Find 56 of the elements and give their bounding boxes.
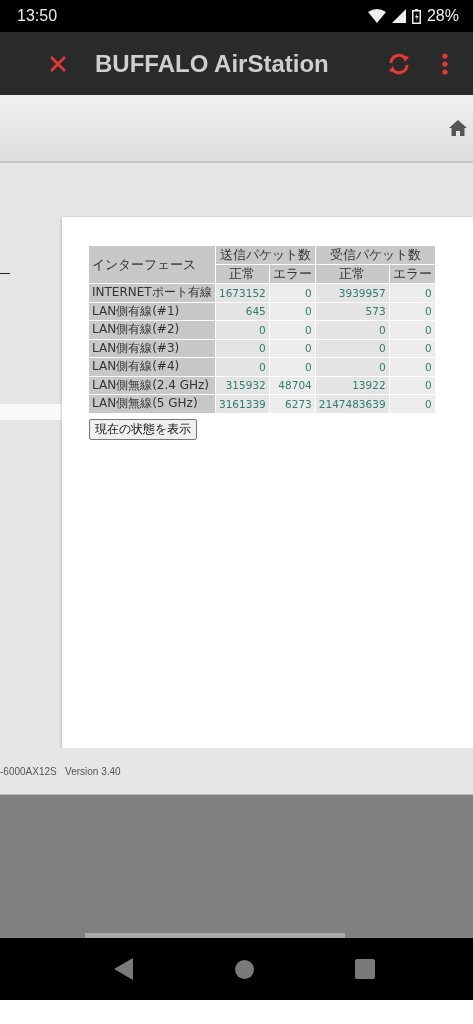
table-cell: 0 <box>315 358 389 376</box>
table-cell: 0 <box>216 321 269 339</box>
battery-icon <box>411 8 421 24</box>
table-cell: 3939957 <box>315 284 389 302</box>
wifi-icon <box>367 9 386 23</box>
table-header: 正常 <box>216 265 269 283</box>
table-header: 受信パケット数 <box>315 246 435 264</box>
show-status-button[interactable]: 現在の状態を表示 <box>89 418 197 440</box>
table-cell: 0 <box>269 302 315 320</box>
table-cell: 0 <box>269 358 315 376</box>
home-icon[interactable] <box>449 120 467 136</box>
table-header: エラー <box>389 265 435 283</box>
table-cell: 3161339 <box>216 395 269 413</box>
table-cell: 0 <box>216 339 269 357</box>
table-cell: 0 <box>315 339 389 357</box>
signal-icon <box>391 9 406 23</box>
table-cell: 0 <box>389 284 435 302</box>
table-cell: 0 <box>269 284 315 302</box>
table-cell: 2147483639 <box>315 395 389 413</box>
table-header: 正常 <box>315 265 389 283</box>
refresh-icon[interactable] <box>387 51 411 76</box>
battery-level: 28% <box>426 7 459 25</box>
row-header: LAN側有線(#1) <box>89 302 215 320</box>
row-header: LAN側無線(2.4 GHz) <box>89 376 215 394</box>
row-header: INTERNETポート有線 <box>89 284 215 302</box>
row-header: LAN側無線(5 GHz) <box>89 395 215 413</box>
table-cell: 13922 <box>315 376 389 394</box>
table-cell: 0 <box>269 339 315 357</box>
table-cell: 645 <box>216 302 269 320</box>
table-header: エラー <box>269 265 315 283</box>
status-time: 13:50 <box>17 7 58 25</box>
row-header: LAN側有線(#4) <box>89 358 215 376</box>
close-icon[interactable] <box>49 54 67 73</box>
table-cell: 0 <box>389 302 435 320</box>
back-icon[interactable] <box>114 958 134 980</box>
more-icon[interactable] <box>442 52 448 75</box>
table-cell: 0 <box>389 321 435 339</box>
home-button-icon[interactable] <box>235 959 254 979</box>
table-cell: 0 <box>389 358 435 376</box>
table-cell: 0 <box>315 321 389 339</box>
table-cell: 0 <box>389 376 435 394</box>
app-title: BUFFALO AirStation <box>95 49 330 78</box>
version-text: -6000AX12S Version 3.40 <box>0 765 121 777</box>
table-cell: 6273 <box>269 395 315 413</box>
table-cell: 0 <box>389 395 435 413</box>
table-cell: 0 <box>269 321 315 339</box>
table-cell: 0 <box>216 358 269 376</box>
table-cell: 1673152 <box>216 284 269 302</box>
table-cell: 0 <box>389 339 435 357</box>
table-cell: 315932 <box>216 376 269 394</box>
row-header: LAN側有線(#2) <box>89 321 215 339</box>
table-header: インターフェース <box>89 246 215 283</box>
table-cell: 573 <box>315 302 389 320</box>
table-cell: 48704 <box>269 376 315 394</box>
table-header: 送信パケット数 <box>216 246 315 264</box>
row-header: LAN側有線(#3) <box>89 339 215 357</box>
